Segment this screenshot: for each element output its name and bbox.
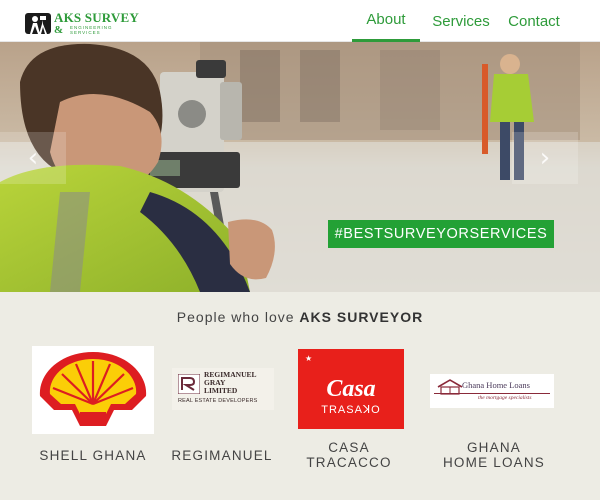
hero-hashtag-banner: #BESTSURVEYORSERVICES: [328, 220, 554, 248]
logo-brand-text: AKS SURVEY: [54, 10, 139, 25]
clients-heading-prefix: People who love: [176, 309, 300, 325]
surveyor-tripod-icon: [25, 13, 51, 34]
site-header: AKS SURVEY & ENGINEERING SERVICES About …: [0, 0, 600, 42]
regimanuel-emblem-icon: [178, 374, 200, 394]
nav-contact[interactable]: Contact: [506, 0, 562, 42]
regimanuel-logo[interactable]: REGIMANUEL GRAY LIMITED REAL ESTATE DEVE…: [172, 368, 274, 410]
ghana-home-loans-logo[interactable]: Ghana Home Loans the mortgage specialist…: [430, 374, 554, 408]
client-name-shell: SHELL GHANA: [39, 448, 147, 463]
ghl-logo-divider: [434, 393, 550, 394]
slider-next-button[interactable]: ›: [512, 132, 578, 184]
logo-tagline-line2: SERVICES: [70, 30, 101, 35]
regimanuel-logo-line4: REAL ESTATE DEVELOPERS: [178, 398, 258, 404]
shell-pecten-icon: [39, 352, 147, 426]
casa-logo-word1: Casa: [326, 376, 376, 402]
client-name-ghl-line1: GHANA: [466, 440, 521, 455]
casa-logo-word2: TRASAꓘO: [321, 404, 381, 416]
clients-section: People who love AKS SURVEYOR SHELL GHANA: [0, 292, 600, 500]
regimanuel-logo-text: REGIMANUEL GRAY LIMITED: [204, 371, 257, 395]
logo-tagline: ENGINEERING SERVICES: [70, 25, 113, 35]
client-name-ghl-line2: HOME LOANS: [442, 455, 546, 470]
chevron-left-icon: ‹: [27, 143, 39, 173]
clients-heading: People who love AKS SURVEYOR: [0, 309, 600, 325]
client-name-ghana-home-loans: GHANA HOME LOANS: [428, 440, 560, 470]
client-name-casa-tracacco: CASA TRACACCO: [286, 440, 412, 470]
hero-slider: ‹ › #BESTSURVEYORSERVICES: [0, 42, 600, 292]
ghl-logo-title: Ghana Home Loans: [462, 380, 530, 390]
ghl-logo-tagline: the mortgage specialists: [478, 395, 532, 401]
chevron-right-icon: ›: [539, 143, 551, 173]
casa-trasacco-logo[interactable]: ★ Casa TRASAꓘO: [298, 349, 404, 429]
nav-about[interactable]: About: [352, 0, 420, 42]
regimanuel-logo-line3: LIMITED: [204, 386, 238, 395]
logo-ampersand: &: [54, 24, 64, 36]
aks-survey-logo[interactable]: AKS SURVEY & ENGINEERING SERVICES: [24, 8, 154, 38]
shell-logo[interactable]: [32, 346, 154, 434]
client-name-casa-line1: CASA: [328, 440, 370, 455]
slider-prev-button[interactable]: ‹: [0, 132, 66, 184]
hero-surveyor-photo: [0, 42, 600, 292]
client-name-regimanuel: REGIMANUEL: [171, 448, 273, 463]
client-name-casa-line2: TRACACCO: [306, 455, 392, 470]
casa-star-icon: ★: [305, 354, 313, 363]
nav-services[interactable]: Services: [430, 0, 492, 42]
clients-heading-brand: AKS SURVEYOR: [299, 309, 424, 325]
